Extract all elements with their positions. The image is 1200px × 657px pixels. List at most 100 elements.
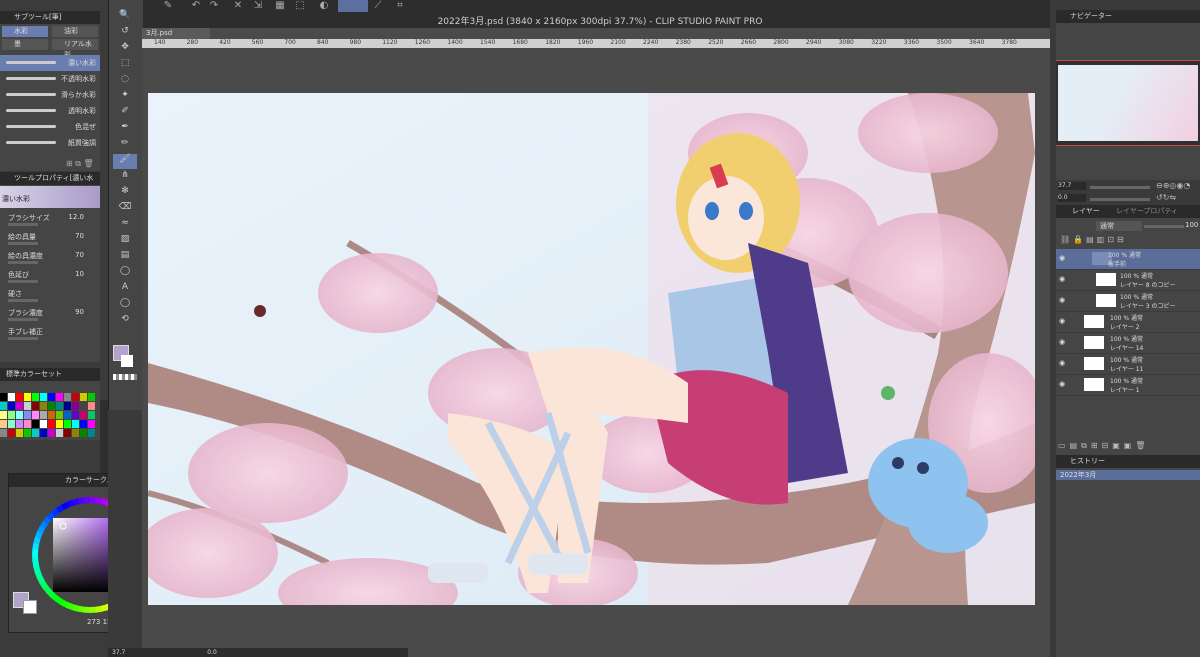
property-value[interactable]: 10 <box>75 270 84 278</box>
color-swatch[interactable] <box>24 420 31 428</box>
color-swatch[interactable] <box>88 402 95 410</box>
correction-icon[interactable]: ⟲ <box>113 314 137 329</box>
property-value[interactable]: 12.0 <box>68 213 84 221</box>
decorate-icon[interactable]: ✻ <box>113 186 137 201</box>
canvas-artwork[interactable] <box>148 93 1035 605</box>
property-value[interactable]: 90 <box>75 308 84 316</box>
color-swatch[interactable] <box>64 420 71 428</box>
color-swatch[interactable] <box>24 429 31 437</box>
layer-row[interactable]: ◉ 100 % 通常 レイヤー 3 のコピー <box>1056 291 1200 312</box>
transform-icon[interactable]: ⇲ <box>250 0 266 12</box>
color-swatch[interactable] <box>72 420 79 428</box>
property-slider[interactable] <box>8 299 38 302</box>
brush-actions-icon[interactable]: ⊞ ⧉ 🗑 <box>66 159 94 169</box>
navigator-rotate-buttons-icon[interactable]: ↺↻⇋ <box>1156 193 1176 202</box>
navigator-zoom-slider[interactable] <box>1090 186 1150 189</box>
color-swatch[interactable] <box>72 429 79 437</box>
snap-toggle[interactable] <box>338 0 368 12</box>
select-icon[interactable]: ⬚ <box>292 0 308 12</box>
opacity-slider[interactable] <box>1144 225 1184 228</box>
color-swatch[interactable] <box>48 393 55 401</box>
pen-tool-icon[interactable]: ✒ <box>113 122 137 137</box>
zoom-icon[interactable]: 🔍 <box>113 10 137 25</box>
color-swatch[interactable] <box>16 393 23 401</box>
color-swatch[interactable] <box>0 429 7 437</box>
color-swatch[interactable] <box>48 420 55 428</box>
subtool-tab-oil[interactable]: 油彩 <box>52 26 98 37</box>
layer-row[interactable]: ◉ 100 % 通常 レイヤー 1 <box>1056 375 1200 396</box>
color-swatch[interactable] <box>40 402 47 410</box>
color-swatch[interactable] <box>80 429 87 437</box>
layer-row[interactable]: ◉ 100 % 通常 レイヤー 8 のコピー <box>1056 270 1200 291</box>
color-swatch[interactable] <box>0 393 7 401</box>
brush-item[interactable]: 透明水彩 <box>0 103 100 119</box>
hand-icon[interactable]: ↺ <box>113 26 137 41</box>
transparent-color[interactable] <box>113 374 137 380</box>
figure-icon[interactable]: ◯ <box>113 266 137 281</box>
opacity-value[interactable]: 100 <box>1185 221 1198 229</box>
property-value[interactable]: 70 <box>75 251 84 259</box>
airbrush-icon[interactable]: ⋔ <box>113 170 137 185</box>
layer-footer-icons[interactable]: ▭▤⧉⊞⊟▣▣🗑 <box>1058 441 1150 451</box>
pen-icon[interactable]: ✎ <box>160 0 176 12</box>
color-swatch[interactable] <box>8 429 15 437</box>
color-swatch[interactable] <box>16 402 23 410</box>
select-icon[interactable]: ⬚ <box>113 58 137 73</box>
balloon-icon[interactable]: ◯ <box>113 298 137 313</box>
color-swatch[interactable] <box>56 420 63 428</box>
navigator-zoom[interactable]: 37.7 <box>1058 182 1086 190</box>
color-swatch[interactable] <box>88 411 95 419</box>
property-value[interactable]: 70 <box>75 232 84 240</box>
color-swatch[interactable] <box>56 402 63 410</box>
eyedropper-icon[interactable]: ✐ <box>113 106 137 121</box>
brush-item[interactable]: 紙質強調 <box>0 135 100 151</box>
redo-icon[interactable]: ↷ <box>206 0 222 12</box>
brush-item[interactable]: 不透明水彩 <box>0 71 100 87</box>
color-swatch[interactable] <box>16 420 23 428</box>
fill-tool-icon[interactable]: ▨ <box>113 234 137 249</box>
color-swatch[interactable] <box>80 420 87 428</box>
color-swatch[interactable] <box>72 411 79 419</box>
color-swatch[interactable] <box>8 393 15 401</box>
color-swatch[interactable] <box>56 411 63 419</box>
property-row[interactable]: 絵の具濃度 70 <box>0 250 100 269</box>
color-swatch[interactable] <box>32 420 39 428</box>
toolbar-sub-color[interactable] <box>121 355 133 367</box>
visibility-eye-icon[interactable]: ◉ <box>1059 254 1065 262</box>
property-slider[interactable] <box>8 280 38 283</box>
property-row[interactable]: 硬さ <box>0 288 100 307</box>
color-swatch[interactable] <box>8 411 15 419</box>
navigator-zoom-buttons-icon[interactable]: ⊖⊕◎◉◔ <box>1156 181 1190 190</box>
color-swatch[interactable] <box>40 393 47 401</box>
subtool-tab-ink[interactable]: 墨 <box>2 39 48 50</box>
color-swatch[interactable] <box>72 402 79 410</box>
color-swatch[interactable] <box>40 411 47 419</box>
eraser-icon[interactable]: ⌫ <box>113 202 137 217</box>
status-angle[interactable]: 0.0 <box>127 649 217 656</box>
color-swatch[interactable] <box>80 402 87 410</box>
fill-icon[interactable]: ▦ <box>272 0 288 12</box>
brush-icon[interactable]: 🖌 <box>113 154 137 169</box>
magic-wand-icon[interactable]: ✦ <box>113 90 137 105</box>
color-swatch[interactable] <box>56 429 63 437</box>
navigator-angle[interactable]: 0.0 <box>1058 194 1086 202</box>
visibility-eye-icon[interactable]: ◉ <box>1059 317 1065 325</box>
color-swatch[interactable] <box>40 420 47 428</box>
brush-item[interactable]: 濃い水彩 <box>0 55 100 71</box>
clear-icon[interactable]: ✕ <box>230 0 246 12</box>
color-swatch[interactable] <box>48 411 55 419</box>
property-slider[interactable] <box>8 261 38 264</box>
layer-row[interactable]: ◉ 100 % 通常 レイヤー 11 <box>1056 354 1200 375</box>
brush-item[interactable]: 滑らか水彩 <box>0 87 100 103</box>
property-slider[interactable] <box>8 337 38 340</box>
color-swatch[interactable] <box>80 393 87 401</box>
move-icon[interactable]: ✥ <box>113 42 137 57</box>
color-swatch[interactable] <box>48 429 55 437</box>
subtool-tab-watercolor[interactable]: 水彩 <box>2 26 48 37</box>
color-swatch[interactable] <box>16 429 23 437</box>
color-swatch[interactable] <box>64 393 71 401</box>
layer-row[interactable]: ◉ 100 % 通常 桜手前 <box>1056 249 1200 270</box>
text-icon[interactable]: A <box>113 282 137 297</box>
blend-mode-select[interactable]: 通常 <box>1096 221 1142 231</box>
color-swatch[interactable] <box>56 393 63 401</box>
